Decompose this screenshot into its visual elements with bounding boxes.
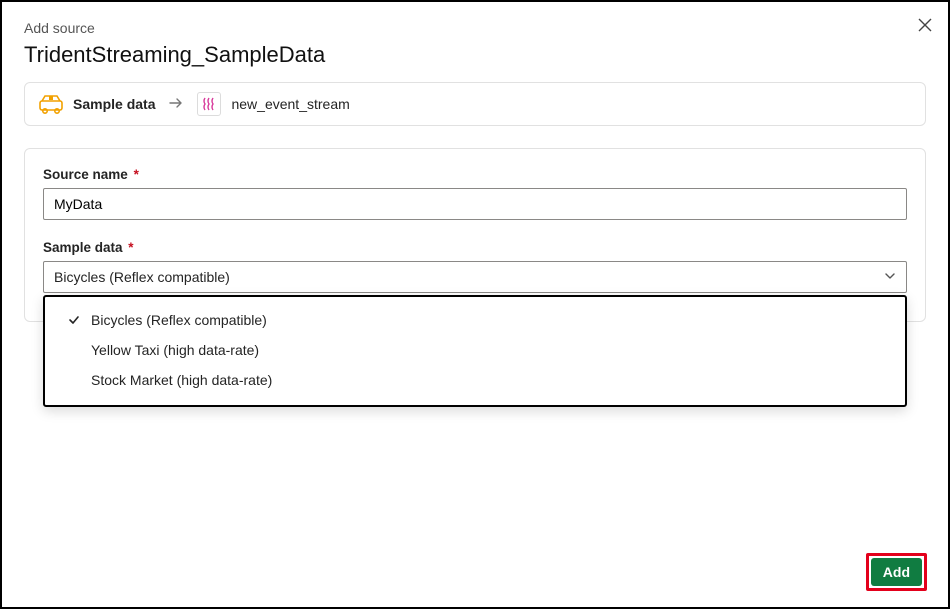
chevron-down-icon — [884, 269, 896, 285]
required-mark: * — [128, 240, 133, 255]
required-mark: * — [134, 167, 139, 182]
dropdown-option-yellow-taxi[interactable]: Yellow Taxi (high data-rate) — [45, 335, 905, 365]
breadcrumb-source-label: Sample data — [73, 96, 155, 112]
dropdown-option-label: Stock Market (high data-rate) — [91, 372, 272, 388]
breadcrumb-target-label: new_event_stream — [231, 96, 349, 112]
dropdown-option-stock-market[interactable]: Stock Market (high data-rate) — [45, 365, 905, 395]
dropdown-option-label: Bicycles (Reflex compatible) — [91, 312, 267, 328]
close-icon — [918, 18, 932, 32]
sample-data-select-wrap: Bicycles (Reflex compatible) Bicycles (R… — [43, 261, 907, 293]
source-name-label-text: Source name — [43, 167, 128, 182]
sample-data-select[interactable]: Bicycles (Reflex compatible) — [43, 261, 907, 293]
add-button[interactable]: Add — [871, 558, 922, 586]
form-section: Source name * Sample data * Bicycles (Re… — [24, 148, 926, 322]
dialog-frame: Add source TridentStreaming_SampleData S… — [0, 0, 950, 609]
close-button[interactable] — [915, 15, 935, 35]
sample-data-label-text: Sample data — [43, 240, 123, 255]
sample-data-icon — [39, 92, 63, 116]
checkmark-icon — [67, 314, 81, 326]
breadcrumb-source: Sample data — [39, 92, 155, 116]
add-button-highlight: Add — [866, 553, 927, 591]
sample-data-label: Sample data * — [43, 240, 907, 255]
breadcrumb: Sample data new_event_stream — [24, 82, 926, 126]
dropdown-option-bicycles[interactable]: Bicycles (Reflex compatible) — [45, 305, 905, 335]
sample-data-selected-value: Bicycles (Reflex compatible) — [54, 269, 230, 285]
breadcrumb-target: new_event_stream — [197, 92, 349, 116]
sample-data-dropdown: Bicycles (Reflex compatible) Yellow Taxi… — [43, 295, 907, 407]
source-name-input[interactable] — [43, 188, 907, 220]
dropdown-option-label: Yellow Taxi (high data-rate) — [91, 342, 259, 358]
arrow-right-icon — [169, 96, 183, 112]
dialog-title: TridentStreaming_SampleData — [24, 42, 926, 68]
dialog-subheader: Add source — [24, 20, 926, 36]
event-stream-icon — [197, 92, 221, 116]
source-name-label: Source name * — [43, 167, 907, 182]
